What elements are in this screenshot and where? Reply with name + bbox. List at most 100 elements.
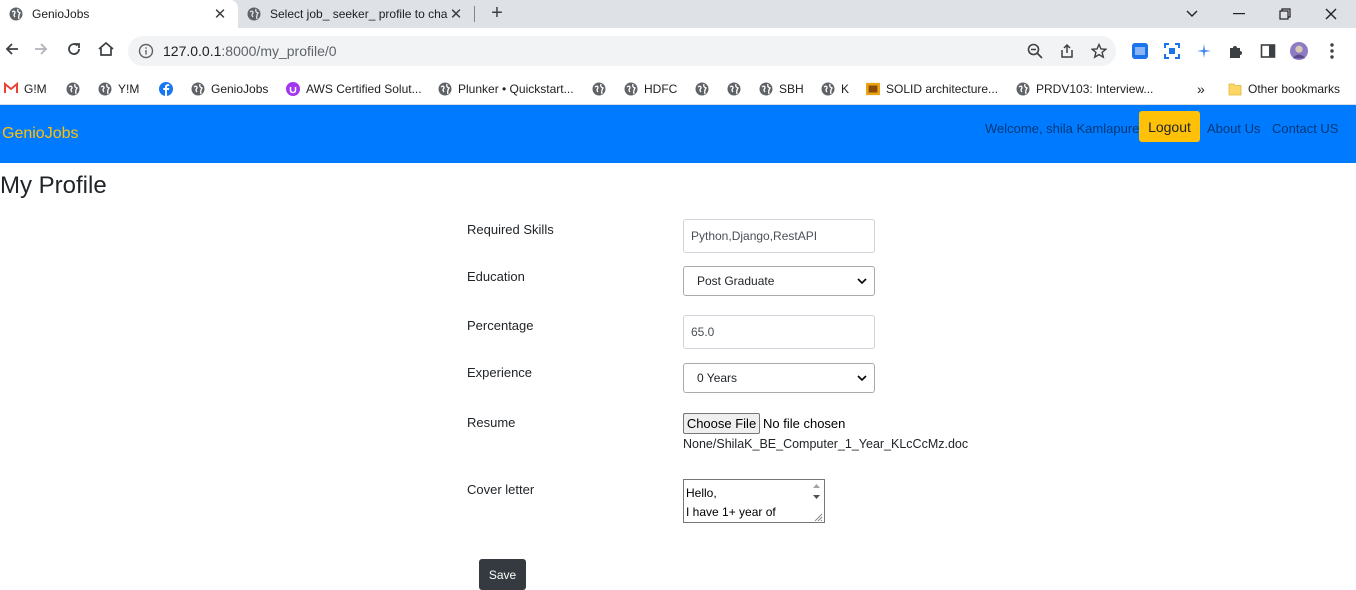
- browser-toolbar: 127.0.0.1:8000/my_profile/0: [0, 28, 1356, 74]
- globe-icon: [66, 82, 80, 96]
- url-text: 127.0.0.1:8000/my_profile/0: [163, 43, 337, 59]
- minimize-icon[interactable]: [1216, 0, 1262, 28]
- bookmark-globe-1[interactable]: [66, 80, 86, 98]
- tab-search-icon[interactable]: [1169, 0, 1215, 28]
- more-bookmarks-icon[interactable]: »: [1197, 80, 1205, 98]
- globe-icon: [727, 82, 741, 96]
- restore-icon[interactable]: [1262, 0, 1308, 28]
- chevron-down-icon: [857, 372, 867, 382]
- site-icon: [866, 82, 880, 96]
- percentage-input[interactable]: 65.0: [683, 315, 875, 349]
- back-icon[interactable]: [0, 37, 24, 61]
- close-tab-icon[interactable]: ✕: [448, 6, 464, 23]
- education-label: Education: [467, 269, 525, 284]
- education-select[interactable]: Post Graduate: [683, 266, 875, 296]
- bookmark-ym[interactable]: Y!M: [98, 80, 139, 98]
- bookmark-label: Y!M: [118, 82, 140, 96]
- bookmark-label: GenioJobs: [211, 82, 269, 96]
- logout-button[interactable]: Logout: [1139, 111, 1200, 142]
- sparkle-icon[interactable]: [1195, 42, 1213, 60]
- site-info-icon[interactable]: [138, 43, 154, 59]
- tab-title: GenioJobs: [32, 7, 90, 21]
- about-link[interactable]: About Us: [1207, 121, 1260, 136]
- cover-letter-textarea[interactable]: Hello, I have 1+ year of: [683, 479, 825, 523]
- globe-icon: [438, 82, 452, 96]
- bookmark-label: SOLID architecture...: [886, 82, 999, 96]
- side-panel-icon[interactable]: [1259, 42, 1277, 60]
- experience-selected: 0 Years: [697, 371, 738, 385]
- globe-icon: [695, 82, 709, 96]
- bookmark-label: Plunker • Quickstart...: [458, 82, 574, 96]
- resume-label: Resume: [467, 415, 516, 430]
- bookmark-facebook[interactable]: [159, 80, 179, 98]
- cover-letter-label: Cover letter: [467, 482, 535, 497]
- site-navbar: GenioJobs Welcome, shila Kamlapure Logou…: [0, 105, 1356, 163]
- bookmark-aws[interactable]: AWS Certified Solut...: [286, 80, 422, 98]
- page-title: My Profile: [0, 172, 107, 199]
- tab-geniojobs[interactable]: GenioJobs ✕: [0, 0, 238, 28]
- globe-icon: [759, 82, 773, 96]
- cover-letter-line: I have 1+ year of: [686, 505, 776, 519]
- education-selected: Post Graduate: [697, 274, 775, 288]
- bookmark-hdfc[interactable]: HDFC: [624, 80, 677, 98]
- url-host: 127.0.0.1: [163, 43, 222, 59]
- bookmark-geniojobs[interactable]: GenioJobs: [191, 80, 268, 98]
- home-icon[interactable]: [94, 37, 118, 61]
- bookmark-prdv103[interactable]: PRDV103: Interview...: [1016, 80, 1153, 98]
- other-bookmarks-label: Other bookmarks: [1248, 82, 1341, 96]
- menu-dots-icon[interactable]: [1323, 42, 1341, 60]
- bookmark-label: K: [841, 82, 850, 96]
- bookmark-label: SBH: [779, 82, 804, 96]
- textarea-scrollbar[interactable]: [809, 480, 824, 522]
- new-tab-icon[interactable]: +: [486, 2, 508, 24]
- percentage-label: Percentage: [467, 318, 534, 333]
- experience-select[interactable]: 0 Years: [683, 363, 875, 393]
- bookmark-star-icon[interactable]: [1090, 42, 1108, 60]
- choose-file-button[interactable]: Choose File: [683, 413, 760, 434]
- chevron-down-icon: [857, 275, 867, 285]
- bookmark-label: AWS Certified Solut...: [306, 82, 422, 96]
- skills-input[interactable]: Python,Django,RestAPI: [683, 219, 875, 253]
- zoom-icon[interactable]: [1026, 42, 1044, 60]
- bookmark-globe-4[interactable]: [727, 80, 747, 98]
- profile-avatar-icon[interactable]: [1290, 42, 1308, 60]
- save-button[interactable]: Save: [479, 559, 526, 590]
- skills-label: Required Skills: [467, 222, 554, 237]
- globe-icon: [821, 82, 835, 96]
- bookmark-label: G!M: [24, 82, 47, 96]
- bookmark-solid[interactable]: SOLID architecture...: [866, 80, 998, 98]
- bookmark-plunker[interactable]: Plunker • Quickstart...: [438, 80, 574, 98]
- address-bar[interactable]: 127.0.0.1:8000/my_profile/0: [128, 36, 1116, 66]
- tab-strip: GenioJobs ✕ Select job_ seeker_ profile …: [0, 0, 1356, 28]
- bookmark-gim[interactable]: G!M: [4, 80, 47, 98]
- facebook-icon: [159, 82, 173, 96]
- globe-icon: [1016, 82, 1030, 96]
- experience-label: Experience: [467, 365, 533, 380]
- forward-icon[interactable]: [29, 37, 53, 61]
- bookmark-k[interactable]: K: [821, 80, 849, 98]
- bookmark-label: HDFC: [644, 82, 678, 96]
- screenshot-icon[interactable]: [1163, 42, 1181, 60]
- reload-icon[interactable]: [62, 37, 86, 61]
- window-close-icon[interactable]: [1308, 0, 1354, 28]
- extensions-puzzle-icon[interactable]: [1227, 42, 1245, 60]
- close-tab-icon[interactable]: ✕: [212, 6, 228, 23]
- bookmark-globe-3[interactable]: [695, 80, 715, 98]
- other-bookmarks[interactable]: Other bookmarks: [1228, 80, 1340, 98]
- bookmark-sbh[interactable]: SBH: [759, 80, 804, 98]
- bookmark-globe-2[interactable]: [592, 80, 612, 98]
- tab-admin[interactable]: Select job_ seeker_ profile to cha ✕: [238, 0, 474, 28]
- globe-icon: [191, 82, 205, 96]
- globe-icon: [98, 82, 112, 96]
- tab-title: Select job_ seeker_ profile to cha: [270, 7, 448, 21]
- brand-link[interactable]: GenioJobs: [2, 125, 79, 143]
- share-icon[interactable]: [1058, 42, 1076, 60]
- folder-icon: [1228, 82, 1242, 96]
- bookmarks-bar: G!M Y!M GenioJobs AWS Certified Solut...…: [0, 74, 1356, 104]
- bookmark-label: PRDV103: Interview...: [1036, 82, 1154, 96]
- extension-icon[interactable]: [1131, 42, 1149, 60]
- cover-letter-line: Hello,: [686, 486, 717, 500]
- current-resume-link[interactable]: None/ShilaK_BE_Computer_1_Year_KLcCcMz.d…: [683, 437, 968, 451]
- contact-link[interactable]: Contact US: [1272, 121, 1338, 136]
- udemy-icon: [286, 82, 300, 96]
